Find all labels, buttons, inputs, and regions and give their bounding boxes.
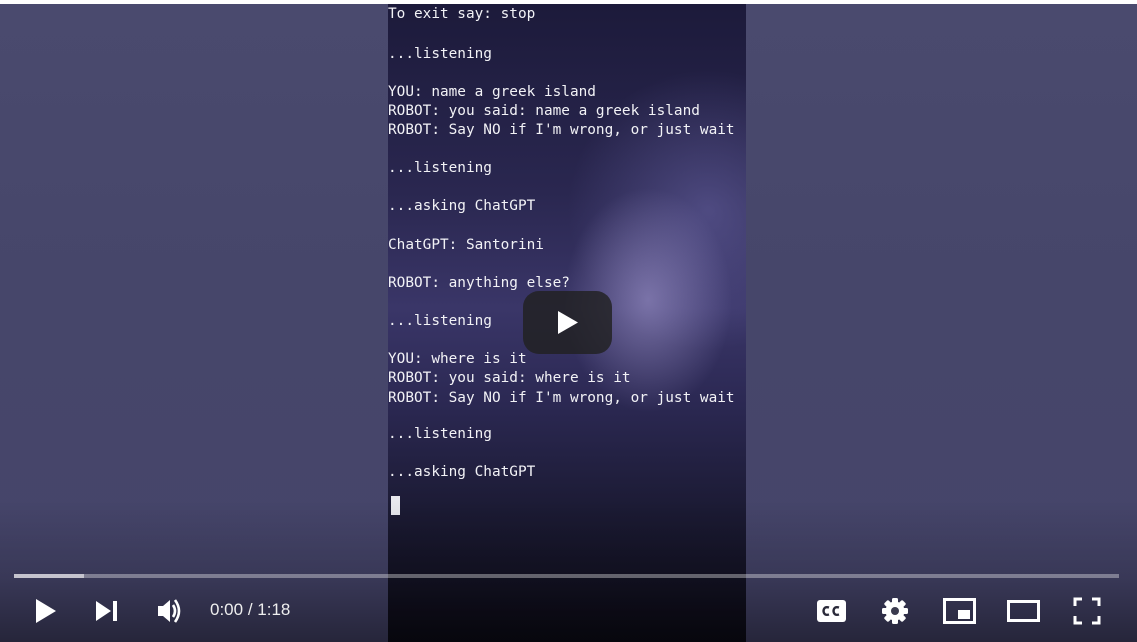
terminal-line: ...listening xyxy=(388,46,492,62)
gear-icon xyxy=(882,598,908,624)
terminal-line: ROBOT: Say NO if I'm wrong, or just wait xyxy=(388,122,735,138)
terminal-line: ROBOT: anything else? xyxy=(388,275,570,291)
volume-icon xyxy=(158,599,181,623)
theater-mode-icon xyxy=(1007,600,1040,622)
terminal-line: ChatGPT: Santorini xyxy=(388,237,544,253)
time-separator: / xyxy=(243,600,258,619)
fullscreen-button[interactable] xyxy=(1063,588,1111,634)
fullscreen-icon xyxy=(1073,597,1101,625)
closed-captions-icon xyxy=(817,600,846,622)
skip-next-icon xyxy=(96,601,117,621)
next-button[interactable] xyxy=(84,588,132,634)
progress-loaded xyxy=(14,574,84,578)
terminal-line: ROBOT: Say NO if I'm wrong, or just wait xyxy=(388,390,735,406)
play-icon xyxy=(36,599,56,623)
captions-button[interactable] xyxy=(807,588,855,634)
terminal-line: ...listening xyxy=(388,426,492,442)
terminal-line: ...asking ChatGPT xyxy=(388,464,536,480)
terminal-line: ...listening xyxy=(388,160,492,176)
terminal-line: ROBOT: you said: where is it xyxy=(388,370,631,386)
settings-button[interactable] xyxy=(871,588,919,634)
terminal-output: To exit say: stop ...listening YOU: name… xyxy=(388,4,746,480)
progress-bar[interactable] xyxy=(14,574,1119,578)
terminal-line: ...asking ChatGPT xyxy=(388,198,536,214)
theater-mode-button[interactable] xyxy=(999,588,1047,634)
terminal-line: ROBOT: you said: name a greek island xyxy=(388,103,700,119)
terminal-line: To exit say: stop xyxy=(388,6,536,22)
duration: 1:18 xyxy=(257,600,291,619)
current-time: 0:00 xyxy=(210,600,244,619)
terminal-line: YOU: where is it xyxy=(388,351,527,367)
miniplayer-button[interactable] xyxy=(935,588,983,634)
play-button[interactable] xyxy=(22,588,70,634)
play-icon xyxy=(558,311,578,334)
volume-button[interactable] xyxy=(146,588,194,634)
terminal-line: YOU: name a greek island xyxy=(388,84,596,100)
top-edge xyxy=(0,0,1137,4)
terminal-line: ...listening xyxy=(388,313,492,329)
miniplayer-icon xyxy=(943,598,976,624)
time-display: 0:00 / 1:18 xyxy=(210,599,290,621)
large-play-button[interactable] xyxy=(523,291,612,354)
video-player[interactable]: To exit say: stop ...listening YOU: name… xyxy=(0,0,1137,642)
